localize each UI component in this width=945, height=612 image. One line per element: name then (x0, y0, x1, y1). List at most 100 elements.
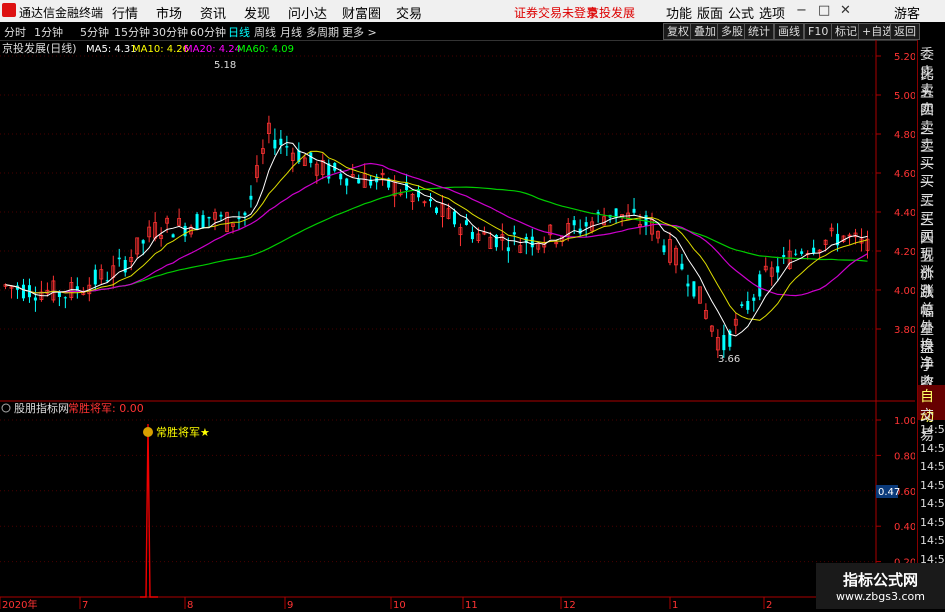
candle-body (195, 214, 199, 230)
maximize-icon[interactable]: □ (818, 3, 830, 18)
tab-1min[interactable]: 1分钟 (34, 24, 63, 40)
tab-multi-period[interactable]: 多周期 (306, 24, 339, 40)
candle-body (249, 195, 253, 200)
candle-body (740, 304, 744, 306)
trade-time: 14:56 (920, 497, 945, 510)
candle-body (752, 297, 756, 301)
candle-body (171, 234, 175, 238)
trade-time: 14:56 (920, 478, 945, 492)
tab-daily[interactable]: 日线 (228, 24, 250, 40)
tab-15min[interactable]: 15分钟 (114, 24, 150, 40)
menu-quotes[interactable]: 行情 (112, 3, 138, 22)
candle-body (722, 335, 726, 351)
ma10-line (5, 150, 868, 321)
candle-body (405, 183, 409, 191)
x-tick-label: 8 (187, 600, 193, 609)
y-tick-label: 4.80 (894, 130, 915, 141)
trade-time: 14:56 (920, 423, 945, 436)
menu-formula[interactable]: 公式 (728, 3, 754, 22)
ma20-label: MA20: 4.24 (184, 44, 241, 55)
candle-body (794, 253, 798, 255)
candle-body (21, 284, 25, 299)
candle-body (464, 220, 468, 225)
menu-wealth-circle[interactable]: 财富圈 (342, 3, 381, 22)
menu-layout[interactable]: 版面 (697, 3, 723, 22)
watermark-url: www.zbgs3.com (836, 590, 925, 603)
quote-side-panel: 委比卖五卖四卖三卖二卖一买一买二买三买四买五现价涨跌涨幅总量外盘换手净资收益 自… (917, 40, 945, 609)
y-tick-label: 4.60 (894, 169, 915, 180)
guest-label[interactable]: 游客 (894, 3, 920, 22)
x-tick-label: 2020年 (2, 598, 37, 609)
candle-body (686, 283, 690, 287)
x-tick-label: 11 (465, 600, 478, 609)
indicator-y-tick-label: 1.00 (894, 416, 915, 427)
candle-body (692, 281, 696, 297)
chart-area[interactable]: 京投发展(日线) MA5: 4.31 MA10: 4.26 MA20: 4.24… (0, 40, 916, 611)
f10-button[interactable]: F10 (804, 23, 833, 40)
close-icon[interactable]: ✕ (840, 3, 851, 18)
menu-ask-xiaoda[interactable]: 问小达 (288, 3, 327, 22)
indicator-label: 股朋指标网 (14, 401, 69, 415)
candle-body (572, 220, 576, 226)
candle-body (530, 236, 534, 248)
candle-body (429, 199, 433, 202)
chart-grid (0, 55, 876, 563)
price-y-axis: 5.20 5.00 4.80 4.60 4.40 4.20 4.00 3.80 (876, 52, 916, 336)
statistics-button[interactable]: 统计 (744, 23, 774, 40)
indicator-value: 常胜将军: 0.00 (68, 401, 144, 415)
tab-30min[interactable]: 30分钟 (152, 24, 188, 40)
candle-body (632, 208, 636, 213)
candle-body (746, 301, 750, 310)
candle-body (357, 179, 361, 184)
draw-line-button[interactable]: 画线 (774, 23, 804, 40)
candle-body (63, 297, 67, 299)
candle-body (339, 173, 343, 180)
tab-weekly[interactable]: 周线 (254, 24, 276, 40)
indicator-signal-label: 常胜将军★ (156, 425, 210, 439)
minimize-icon[interactable]: − (796, 3, 807, 18)
candlestick-series (3, 115, 870, 359)
menu-news[interactable]: 资讯 (200, 3, 226, 22)
login-warning[interactable]: 证券交易未登录 (514, 4, 598, 21)
ma5-label: MA5: 4.31 (86, 44, 137, 55)
x-tick-label: 1 (672, 600, 678, 609)
date-x-axis: 2020年 7 8 9 10 11 12 1 2 (0, 597, 772, 611)
menu-discover[interactable]: 发现 (244, 3, 270, 22)
y-tick-label: 5.20 (894, 52, 915, 63)
multi-stock-button[interactable]: 多股 (717, 23, 747, 40)
tab-60min[interactable]: 60分钟 (190, 24, 226, 40)
mark-button[interactable]: 标记 (831, 23, 861, 40)
indicator-settings-icon[interactable] (1, 403, 11, 413)
candle-body (285, 146, 289, 148)
candle-body (117, 257, 121, 260)
back-button[interactable]: 返回 (890, 23, 920, 40)
tab-5min[interactable]: 5分钟 (80, 24, 109, 40)
restore-rights-button[interactable]: 复权 (663, 23, 693, 40)
candle-body (662, 245, 666, 253)
overlay-button[interactable]: 叠加 (690, 23, 720, 40)
y-tick-label: 4.40 (894, 208, 915, 219)
candle-body (506, 247, 510, 252)
menu-options[interactable]: 选项 (759, 3, 785, 22)
candle-body (201, 215, 205, 228)
x-tick-label: 7 (82, 600, 88, 609)
candle-body (183, 225, 187, 237)
candle-body (141, 240, 145, 244)
app-logo-icon (2, 3, 16, 17)
candle-body (33, 297, 37, 301)
ma60-label: MA60: 4.09 (237, 44, 294, 55)
tab-more[interactable]: 更多 > (342, 24, 377, 40)
candle-body (776, 266, 780, 273)
tab-monthly[interactable]: 月线 (280, 24, 302, 40)
candle-body (279, 138, 283, 145)
tab-time-share[interactable]: 分时 (4, 24, 26, 40)
candle-body (93, 269, 97, 285)
menu-trade[interactable]: 交易 (396, 3, 422, 22)
period-tab-bar: 分时 1分钟 5分钟 15分钟 30分钟 60分钟 日线 周线 月线 多周期 更… (0, 22, 945, 41)
menu-market[interactable]: 市场 (156, 3, 182, 22)
menu-function[interactable]: 功能 (666, 3, 692, 22)
y-tick-label: 4.00 (894, 286, 915, 297)
cursor-value: 0.47 (878, 487, 900, 498)
candle-body (584, 222, 588, 227)
candle-body (345, 178, 349, 186)
